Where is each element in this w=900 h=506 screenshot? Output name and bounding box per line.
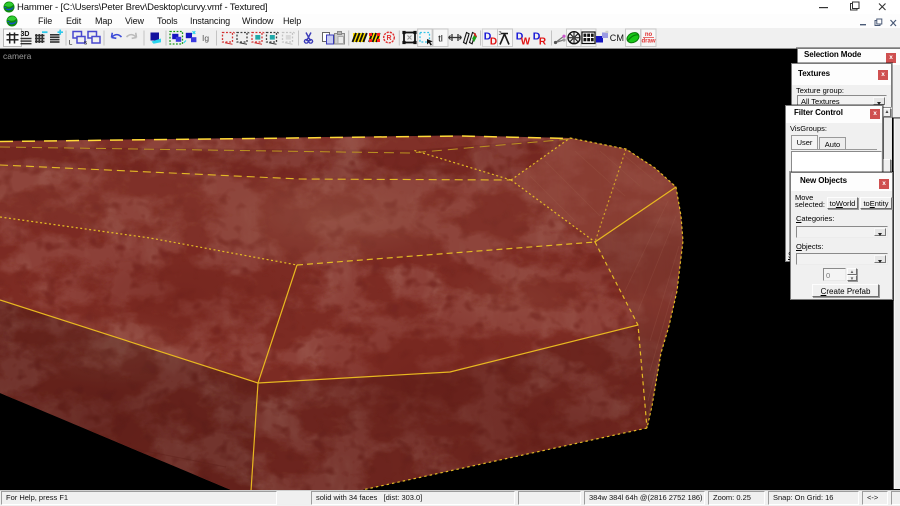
svg-text:W: W [521,37,531,48]
svg-text:L: L [69,40,73,47]
svg-text:3D: 3D [21,31,30,38]
svg-text:CM: CM [610,33,625,43]
svg-text:Ig: Ig [202,33,209,43]
svg-text:no: no [645,32,653,38]
svg-text:3: 3 [498,31,501,37]
svg-text:R: R [539,37,547,48]
svg-text:draw: draw [641,39,655,45]
svg-text:R: R [386,35,391,42]
svg-text:tl: tl [438,34,443,45]
svg-text:s: s [84,40,88,47]
svg-text:D: D [490,37,497,48]
